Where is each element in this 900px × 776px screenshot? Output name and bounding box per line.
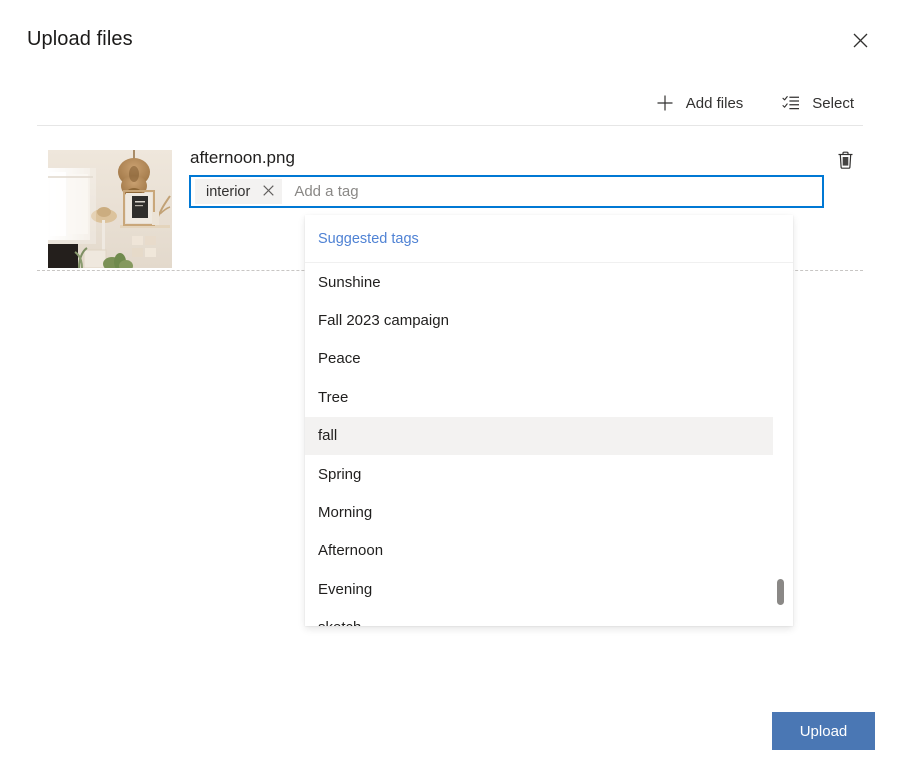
suggested-tags-header: Suggested tags: [305, 215, 793, 263]
file-thumbnail: [48, 150, 172, 268]
trash-icon: [837, 151, 854, 172]
plus-icon: [655, 93, 675, 113]
select-label: Select: [812, 96, 854, 111]
add-files-label: Add files: [686, 96, 744, 111]
toolbar-divider: [37, 125, 863, 126]
suggested-tag-item[interactable]: Tree: [305, 378, 773, 416]
checklist-select-icon: [781, 93, 801, 113]
suggested-tag-item[interactable]: fall: [305, 417, 773, 455]
suggested-tags-list: SunshineFall 2023 campaignPeaceTreefallS…: [305, 263, 793, 626]
file-name: afternoon.png: [190, 148, 295, 168]
suggested-tag-item[interactable]: Peace: [305, 340, 773, 378]
suggested-tag-item[interactable]: Afternoon: [305, 532, 773, 570]
tag-input-field[interactable]: interior Add a tag: [189, 175, 824, 208]
page-title: Upload files: [27, 28, 133, 51]
suggested-tag-item[interactable]: Evening: [305, 570, 773, 608]
tag-pill-label: interior: [206, 184, 250, 200]
command-bar: Add files Select: [646, 84, 863, 122]
upload-button[interactable]: Upload: [772, 712, 875, 750]
suggested-tags-dropdown: Suggested tags SunshineFall 2023 campaig…: [305, 215, 793, 626]
delete-file-button[interactable]: [829, 145, 861, 177]
add-tag-placeholder[interactable]: Add a tag: [294, 183, 818, 200]
dropdown-scrollbar-thumb[interactable]: [777, 579, 784, 605]
close-dialog-button[interactable]: [842, 24, 878, 60]
suggested-tag-item[interactable]: Fall 2023 campaign: [305, 301, 773, 339]
dropdown-scrollbar[interactable]: [777, 263, 784, 626]
suggested-tag-item[interactable]: Morning: [305, 493, 773, 531]
suggested-tag-item[interactable]: sketch: [305, 609, 773, 626]
tag-pill-interior[interactable]: interior: [195, 179, 282, 204]
suggested-tag-item[interactable]: Sunshine: [305, 263, 773, 301]
close-icon: [263, 184, 274, 199]
add-files-button[interactable]: Add files: [646, 87, 753, 119]
dialog-header: Upload files: [0, 0, 900, 80]
suggested-tag-item[interactable]: Spring: [305, 455, 773, 493]
remove-tag-button[interactable]: [256, 180, 280, 203]
upload-files-dialog: Upload files Add files: [0, 0, 900, 776]
close-icon: [853, 33, 868, 51]
select-button[interactable]: Select: [772, 87, 863, 119]
